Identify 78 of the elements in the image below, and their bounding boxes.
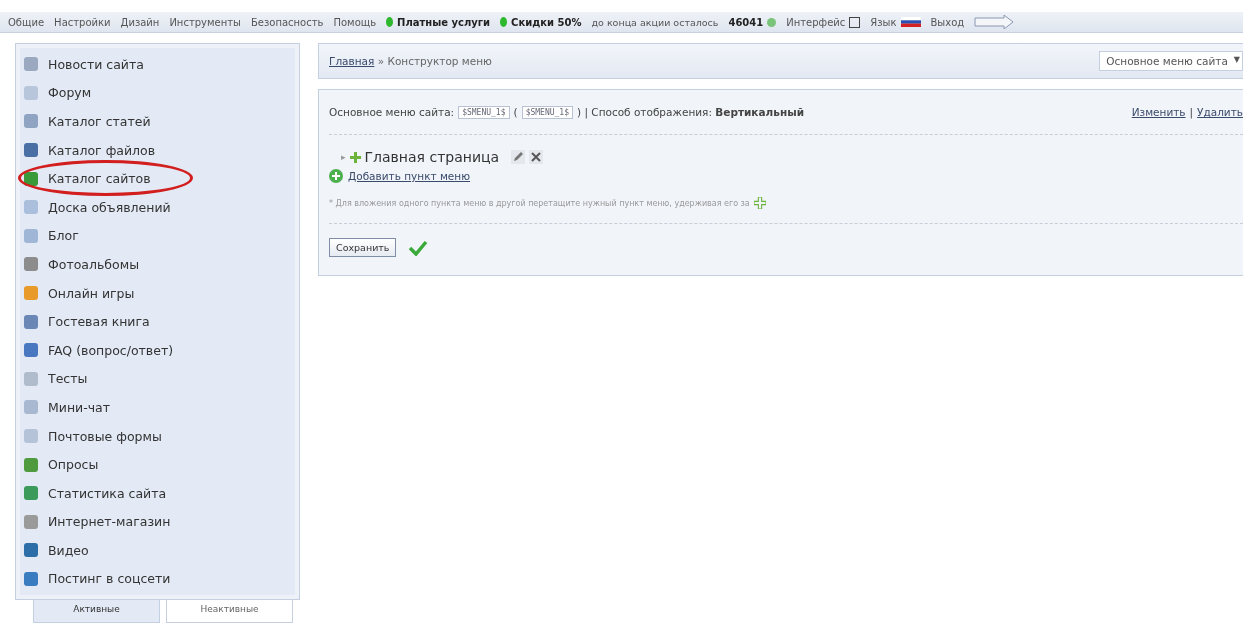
save-button[interactable]: Сохранить [329,238,397,257]
menu-name-label: Основное меню сайта: [329,106,455,118]
dot-icon [386,17,394,27]
module-link[interactable]: Онлайн игры [48,285,135,301]
module-icon [24,514,38,529]
module-icon [24,200,38,215]
arrow-icon[interactable] [974,15,1015,29]
module-icon [24,257,38,272]
delete-link[interactable]: Удалить [1197,106,1243,118]
drag-handle-icon[interactable] [349,151,361,163]
module-link[interactable]: Фотоальбомы [48,256,139,272]
module-link[interactable]: Мини-чат [48,399,111,415]
add-menu-item-link[interactable]: Добавить пункт меню [348,170,471,182]
module-icon [24,543,38,558]
countdown-value: 46041 [728,16,764,28]
promo-note: до конца акции осталось [591,16,719,28]
plus-icon [753,197,766,209]
window-icon [849,16,861,28]
module-icon [24,85,38,100]
flag-icon [900,17,921,27]
module-link[interactable]: Тесты [48,371,88,387]
module-link[interactable]: Блог [48,228,79,244]
module-icon [24,572,38,586]
menu-link[interactable]: Общие [8,16,45,28]
module-icon [24,457,38,472]
promo-link[interactable]: Платные услуги [397,16,491,28]
module-link[interactable]: Доска объявлений [48,199,171,215]
menu-code-field[interactable]: $SMENU_1$ [521,105,573,119]
module-icon [24,143,38,158]
menu-link[interactable]: Инструменты [169,16,241,28]
menu-code-field[interactable]: $SMENU_1$ [458,105,510,119]
language-link[interactable]: Язык [870,16,897,28]
module-icon [24,57,38,72]
check-icon [408,239,429,256]
separator-text: | [1189,106,1194,118]
module-link[interactable]: Каталог сайтов [48,171,151,187]
menu-item-label[interactable]: Главная страница [364,149,500,165]
promo-link[interactable]: Скидки 50% [511,16,582,28]
module-link[interactable]: Форум [48,85,92,101]
menu-link[interactable]: Выход [930,16,965,28]
module-link[interactable]: Статистика сайта [48,485,167,501]
module-link[interactable]: Интернет-магазин [48,514,171,530]
module-icon [24,286,38,301]
edit-icon[interactable] [511,150,526,164]
edit-link[interactable]: Изменить [1131,106,1186,118]
paren-text: ( [513,106,518,118]
menu-link[interactable]: Безопасность [250,16,324,28]
interface-link[interactable]: Интерфейс [786,16,846,28]
module-icon [24,171,38,186]
dot-icon [500,17,508,27]
panel-tab[interactable]: Активные [33,600,160,624]
add-icon[interactable] [329,169,343,183]
module-link[interactable]: Опросы [48,457,99,473]
module-link[interactable]: FAQ (вопрос/ответ) [48,342,174,358]
module-link[interactable]: Каталог файлов [48,142,156,158]
hint-text: * Для вложения одного пункта меню в другой перетащите нужный пункт меню, удерживая его за [329,198,750,208]
menu-link[interactable]: Помощь [333,16,377,28]
module-icon [24,228,38,243]
module-link[interactable]: Каталог статей [48,114,151,129]
module-link[interactable]: Постинг в соцсети [48,571,171,587]
module-icon [24,343,38,358]
display-mode-text: ) | Способ отображения: Вертикальный [577,106,804,118]
menu-select[interactable]: Основное меню сайта ▼ [1099,51,1243,71]
module-icon [24,429,38,443]
module-link[interactable]: Новости сайта [48,56,144,72]
module-icon [24,314,38,329]
delete-icon[interactable] [529,150,544,164]
module-link[interactable]: Гостевая книга [48,314,150,330]
menu-link[interactable]: Настройки [54,16,111,28]
module-icon [24,371,38,386]
module-icon [24,486,38,501]
panel-tab[interactable]: Неактивные [166,600,293,624]
module-link[interactable]: Почтовые формы [48,428,162,444]
module-link[interactable]: Видео [48,542,89,558]
module-icon [24,114,38,129]
module-icon [24,400,38,415]
menu-link[interactable]: Дизайн [120,16,160,28]
breadcrumb: Главная » Конструктор меню [329,55,492,67]
